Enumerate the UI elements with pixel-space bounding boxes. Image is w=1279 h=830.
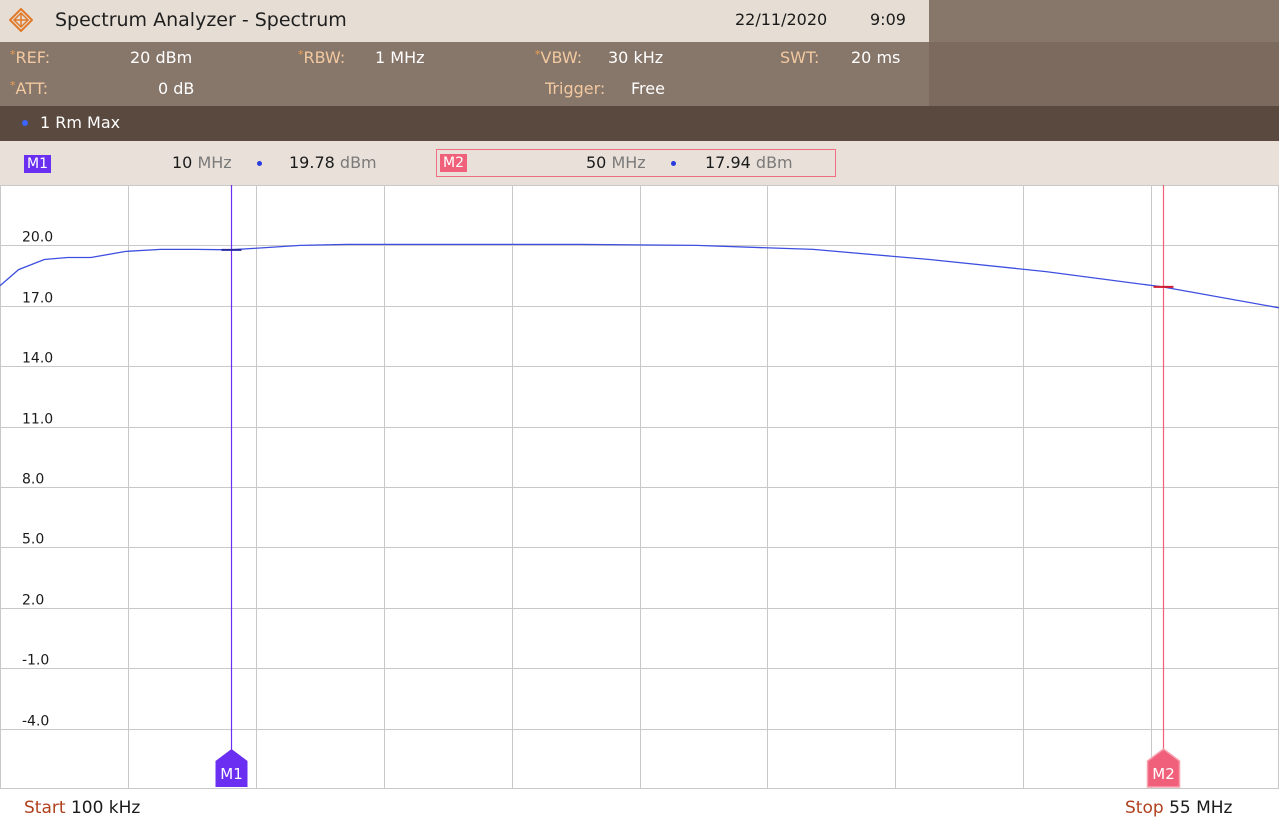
window-title: Spectrum Analyzer - Spectrum (55, 9, 347, 31)
start-frequency[interactable]: Start 100 kHz (24, 798, 140, 818)
y-tick-label: 5.0 (22, 532, 44, 548)
rbw-value[interactable]: 1 MHz (375, 48, 425, 67)
marker-1-dot-icon (257, 161, 262, 166)
attenuation-setting[interactable]: *ATT: (10, 79, 48, 98)
parameter-panel-blank-region (929, 42, 1279, 106)
sweep-time-value[interactable]: 20 ms (851, 48, 900, 67)
y-tick-label: 14.0 (22, 351, 53, 367)
marker-1-level[interactable]: 19.78 dBm (289, 153, 377, 172)
y-tick-label: -1.0 (22, 653, 49, 669)
vbw-value[interactable]: 30 kHz (608, 48, 663, 67)
trace-color-dot-icon (22, 120, 28, 126)
ref-level-setting[interactable]: *REF: (10, 48, 50, 67)
time-display: 9:09 (870, 10, 906, 29)
sweep-time-setting[interactable]: SWT: (780, 48, 819, 67)
rbw-setting[interactable]: *RBW: (298, 48, 345, 67)
trace-label[interactable]: 1 Rm Max (40, 113, 120, 132)
marker-2-dot-icon (671, 161, 676, 166)
marker-2-frequency[interactable]: 50 MHz (586, 153, 646, 172)
y-tick-label: 11.0 (22, 412, 53, 428)
trace-info-bar (0, 106, 1279, 141)
trigger-setting[interactable]: Trigger: (545, 79, 605, 98)
y-tick-label: -4.0 (22, 714, 49, 730)
marker-1-frequency[interactable]: 10 MHz (172, 153, 232, 172)
attenuation-value[interactable]: 0 dB (158, 79, 194, 98)
y-tick-label: 8.0 (22, 472, 44, 488)
marker-2-level[interactable]: 17.94 dBm (705, 153, 793, 172)
title-bar-blank-region (929, 0, 1279, 42)
marker-2-badge[interactable]: M2 (440, 154, 467, 172)
marker-flag-label: M2 (1152, 765, 1175, 783)
trigger-value[interactable]: Free (631, 79, 665, 98)
vbw-setting[interactable]: *VBW: (535, 48, 582, 67)
marker-flag-label: M1 (220, 765, 243, 783)
trace-line (0, 243, 1279, 309)
rohde-schwarz-logo-icon (9, 8, 33, 32)
ref-level-value[interactable]: 20 dBm (130, 48, 192, 67)
spectrum-plot[interactable]: 20.0 17.0 14.0 11.0 8.0 5.0 2.0 -1.0 -4.0 M1 M2 (0, 185, 1279, 789)
stop-frequency[interactable]: Stop 55 MHz (1125, 798, 1232, 818)
y-tick-label: 17.0 (22, 291, 53, 307)
date-display: 22/11/2020 (735, 10, 828, 29)
y-tick-label: 2.0 (22, 593, 44, 609)
y-tick-label: 20.0 (22, 230, 53, 246)
marker-1-badge[interactable]: M1 (24, 155, 51, 173)
